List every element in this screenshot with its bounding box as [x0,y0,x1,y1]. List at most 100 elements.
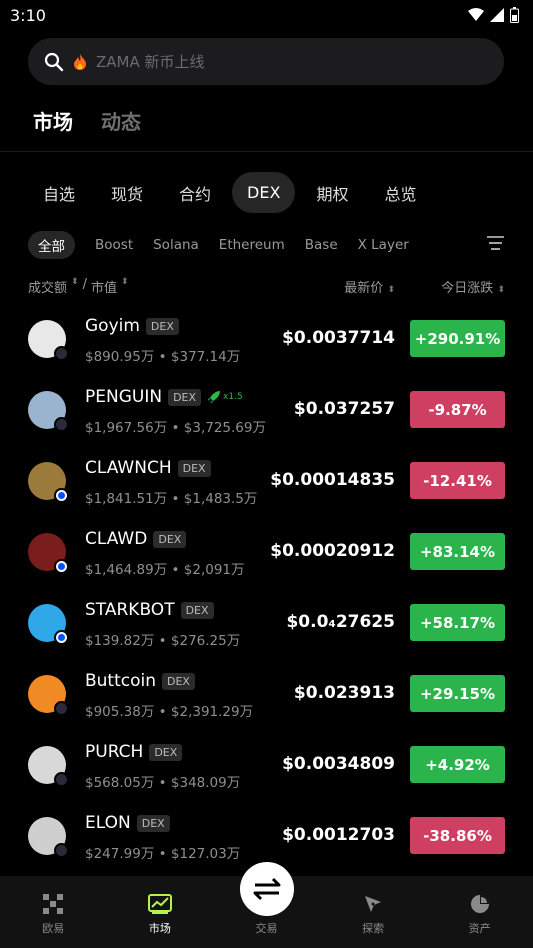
coin-name-line: PENGUIN DEX x1.5 [85,387,243,407]
tab-spot[interactable]: 现货 [96,172,158,213]
coin-avatar [28,675,69,716]
nav-label: 交易 [255,922,278,935]
tab-feed[interactable]: 动态 [101,106,141,135]
dot-separator: • [158,349,171,365]
coin-name: CLAWNCH [85,458,172,478]
coin-row[interactable]: Goyim DEX $890.95万 • $377.14万 $0.0037714… [28,304,505,375]
coin-name-line: CLAWNCH DEX [85,458,211,478]
nav-label: 资产 [468,922,491,935]
fire-icon [74,53,86,70]
change-badge[interactable]: +58.17% [410,604,505,641]
dot-separator: • [171,562,184,578]
filter-xlayer[interactable]: X Layer [358,237,409,253]
search-bar[interactable]: ZAMA 新币上线 [28,38,504,85]
coin-row[interactable]: PURCH DEX $568.05万 • $348.09万 $0.0034809… [28,730,505,801]
coin-list: Goyim DEX $890.95万 • $377.14万 $0.0037714… [28,304,505,872]
dex-tag: DEX [180,601,214,619]
change-badge[interactable]: +83.14% [410,533,505,570]
coin-name-line: CLAWD DEX [85,529,187,549]
search-icon [44,52,64,71]
coin-stats: $1,464.89万 • $2,091万 [85,558,245,578]
coin-row[interactable]: PENGUIN DEX x1.5 $1,967.56万 • $3,725.69万… [28,375,505,446]
coin-volume: $890.95万 [85,349,155,365]
nav-assets[interactable]: 资产 [427,888,533,936]
top-tabs: 市场 动态 [33,106,141,135]
trade-button[interactable] [240,862,294,916]
okx-logo-icon [43,894,64,914]
sort-icon: ⬍ [387,285,395,295]
nav-label: 探索 [362,922,385,935]
tab-futures[interactable]: 合约 [164,172,226,213]
change-badge[interactable]: +29.15% [410,675,505,712]
coin-row[interactable]: CLAWD DEX $1,464.89万 • $2,091万 $0.000209… [28,517,505,588]
boost-badge: x1.5 [207,390,243,404]
base-chain-icon [54,488,69,503]
nav-market[interactable]: 市场 [107,888,213,936]
filter-menu-icon[interactable] [487,236,504,250]
sort-icon: ⬍ [497,285,505,295]
coin-stats: $247.99万 • $127.03万 [85,842,240,862]
change-badge[interactable]: -38.86% [410,817,505,854]
coin-name: CLAWD [85,529,148,549]
nav-explore[interactable]: 探索 [320,888,426,936]
status-time: 3:10 [10,5,46,25]
coin-stats: $1,967.56万 • $3,725.69万 [85,416,266,436]
coin-price: $0.0012703 [282,825,395,845]
sort-icon: ⬍ [120,277,129,287]
solana-chain-icon [54,346,69,361]
coin-avatar [28,320,69,361]
coin-price: $0.037257 [293,399,395,419]
coin-mcap: $2,091万 [183,562,245,578]
coin-name-line: Goyim DEX [85,316,179,336]
filter-base[interactable]: Base [305,237,338,253]
filter-all[interactable]: 全部 [28,230,75,259]
coin-stats: $1,841.51万 • $1,483.5万 [85,487,257,507]
dex-tag: DEX [145,317,179,335]
tab-dex[interactable]: DEX [232,172,296,213]
search-placeholder: ZAMA 新币上线 [96,53,205,71]
coin-name-line: STARKBOT DEX [85,600,214,620]
coin-avatar [28,817,69,858]
change-badge[interactable]: +290.91% [410,320,505,357]
header-volume[interactable]: 成交额 [28,277,67,296]
tab-favorites[interactable]: 自选 [28,172,90,213]
change-badge[interactable]: +4.92% [410,746,505,783]
tab-overview[interactable]: 总览 [369,172,431,213]
coin-mcap: $127.03万 [170,846,241,862]
coin-row[interactable]: CLAWNCH DEX $1,841.51万 • $1,483.5万 $0.00… [28,446,505,517]
filter-ethereum[interactable]: Ethereum [219,237,285,253]
tab-market[interactable]: 市场 [33,106,73,135]
header-change[interactable]: 今日涨跌 [441,281,493,296]
dot-separator: • [171,420,184,436]
nav-okx[interactable]: 欧易 [0,888,106,936]
coin-row[interactable]: Buttcoin DEX $905.38万 • $2,391.29万 $0.02… [28,659,505,730]
change-badge[interactable]: -12.41% [410,462,505,499]
coin-name: STARKBOT [85,600,175,620]
dot-separator: • [158,704,171,720]
coin-row[interactable]: STARKBOT DEX $139.82万 • $276.25万 $0.0₄27… [28,588,505,659]
coin-avatar [28,746,69,787]
coin-avatar [28,604,69,645]
base-chain-icon [54,630,69,645]
dex-tag: DEX [136,814,170,832]
compass-icon [365,896,382,912]
tab-options[interactable]: 期权 [301,172,363,213]
dot-separator: • [171,491,184,507]
solana-chain-icon [54,417,69,432]
coin-avatar [28,391,69,432]
coin-volume: $139.82万 [85,633,155,649]
status-bar: 3:10 [0,0,533,30]
header-price[interactable]: 最新价 [344,281,383,296]
coin-avatar [28,533,69,574]
change-badge[interactable]: -9.87% [410,391,505,428]
dex-tag: DEX [177,459,211,477]
signal-icon [490,8,504,22]
filter-solana[interactable]: Solana [153,237,199,253]
dex-tag: DEX [153,530,187,548]
coin-name: ELON [85,813,131,833]
filter-boost[interactable]: Boost [95,237,133,253]
header-mcap[interactable]: 市值 [91,277,117,296]
chain-filters: 全部 Boost Solana Ethereum Base X Layer [28,230,504,259]
coin-mcap: $2,391.29万 [170,704,254,720]
coin-mcap: $377.14万 [170,349,241,365]
